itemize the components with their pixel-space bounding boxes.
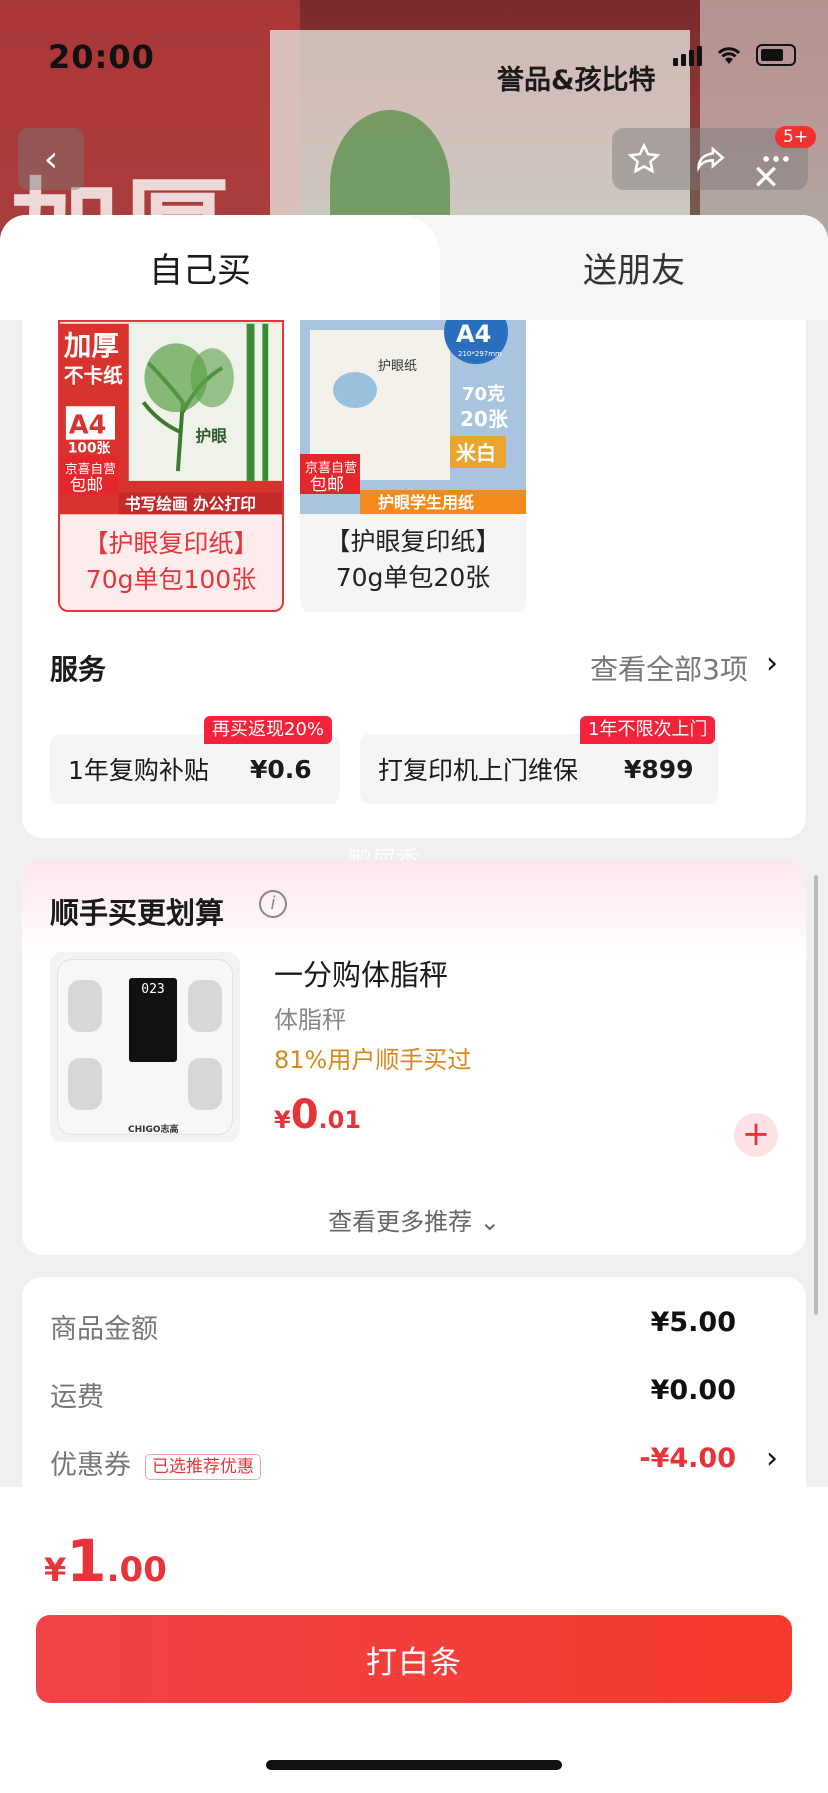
variant-20-sheets[interactable]: A4 210*297mm 护眼纸 70克 20张 米白 京喜自营 包邮 护眼学生… <box>300 320 526 612</box>
chevron-right-icon: › <box>766 1441 778 1476</box>
svg-text:20张: 20张 <box>460 407 509 431</box>
tab-bar: 自己买 送朋友 <box>0 215 828 320</box>
scale-pad <box>68 1058 102 1110</box>
coupon-tag: 已选推荐优惠 <box>145 1453 261 1480</box>
checkout-footer: ¥1.00 打白条 <box>0 1487 828 1793</box>
add-to-cart-button[interactable]: + <box>734 1113 778 1157</box>
scale-plate: 023 CHIGO志高 <box>58 960 232 1135</box>
signal-icon <box>673 44 702 66</box>
service-name: 1年复购补贴 <box>68 756 209 785</box>
svg-text:护眼: 护眼 <box>196 427 228 446</box>
services-view-all[interactable]: 查看全部3项 <box>590 648 748 688</box>
scale-display: 023 <box>129 978 177 1062</box>
svg-text:A4: A4 <box>69 411 107 441</box>
variant-label: 【护眼复印纸】 70g单包100张 <box>83 529 259 594</box>
battery-icon <box>756 44 796 66</box>
svg-text:京喜自营: 京喜自营 <box>305 461 357 476</box>
coupon-row[interactable]: 优惠券 已选推荐优惠 -¥4.00 › <box>50 1441 778 1483</box>
star-icon[interactable] <box>627 142 661 176</box>
svg-text:包邮: 包邮 <box>310 475 344 495</box>
wifi-icon <box>717 47 741 64</box>
variant-image: A4 210*297mm 护眼纸 70克 20张 米白 京喜自营 包邮 护眼学生… <box>300 320 526 514</box>
goods-amount-row: 商品金额 ¥5.00 <box>50 1307 736 1345</box>
service-repurchase-subsidy[interactable]: 1年复购补贴 ¥0.6 <box>50 734 340 804</box>
service-name: 打复印机上门维保 <box>378 756 579 785</box>
svg-text:70克: 70克 <box>462 383 505 405</box>
product-thumbnail[interactable]: 023 CHIGO志高 <box>50 952 240 1142</box>
variant-100-sheets[interactable]: 加厚 不卡纸 A4 100张 护眼 京喜自营 包邮 书写绘画 办公打印 【护眼复… <box>58 320 284 612</box>
chevron-right-icon[interactable]: › <box>766 646 778 681</box>
svg-text:210*297mm: 210*297mm <box>458 350 502 358</box>
scale-pad <box>188 980 222 1032</box>
svg-text:不卡纸: 不卡纸 <box>64 365 123 388</box>
svg-text:书写绘画 办公打印: 书写绘画 办公打印 <box>125 494 256 513</box>
chevron-down-icon: ⌄ <box>479 1208 500 1236</box>
svg-text:A4: A4 <box>456 320 491 348</box>
status-icons <box>673 44 796 66</box>
back-button[interactable]: ‹ <box>18 128 84 190</box>
service-tag: 再买返现20% <box>204 716 333 744</box>
product-buy-rate: 81%用户顺手买过 <box>274 1046 472 1074</box>
svg-text:护眼学生用纸: 护眼学生用纸 <box>378 493 474 512</box>
total-price: ¥1.00 <box>44 1527 167 1595</box>
scale-pad <box>188 1058 222 1110</box>
product-name[interactable]: 一分购体脂秤 <box>274 952 448 994</box>
scale-logo: CHIGO志高 <box>128 1125 179 1135</box>
price-summary-card: 商品金额 ¥5.00 运费 ¥0.00 优惠券 已选推荐优惠 -¥4.00 › <box>22 1277 806 1507</box>
recommend-title: 顺手买更划算 <box>50 896 225 930</box>
product-category: 体脂秤 <box>274 1006 346 1034</box>
svg-text:加厚: 加厚 <box>64 330 119 362</box>
close-icon[interactable]: ✕ <box>748 160 784 196</box>
recommendation-card: 顺手买更划算 i 023 CHIGO志高 一分购体脂秤 体脂秤 81%用户顺手买… <box>22 860 806 1255</box>
services-title: 服务 <box>50 653 107 686</box>
home-indicator <box>266 1760 562 1770</box>
tab-self-buy[interactable]: 自己买 <box>0 215 440 320</box>
variant-image: 加厚 不卡纸 A4 100张 护眼 京喜自营 包邮 书写绘画 办公打印 <box>60 323 282 515</box>
svg-text:护眼纸: 护眼纸 <box>378 359 417 374</box>
status-time: 20:00 <box>48 38 155 76</box>
scale-pad <box>68 980 102 1032</box>
variant-service-card: 加厚 不卡纸 A4 100张 护眼 京喜自营 包邮 书写绘画 办公打印 【护眼复… <box>22 320 806 838</box>
message-badge: 5+ <box>775 126 817 148</box>
variant-label: 【护眼复印纸】 70g单包20张 <box>325 527 501 592</box>
scrollbar[interactable] <box>814 875 818 1315</box>
svg-text:包邮: 包邮 <box>70 476 103 495</box>
service-tag: 1年不限次上门 <box>580 716 716 744</box>
svg-text:米白: 米白 <box>456 441 496 465</box>
service-printer-maintenance[interactable]: 打复印机上门维保 ¥899 <box>360 734 718 804</box>
shipping-row: 运费 ¥0.00 <box>50 1375 736 1413</box>
share-icon[interactable] <box>692 142 728 176</box>
tab-gift[interactable]: 送朋友 <box>440 215 828 320</box>
service-price: ¥0.6 <box>250 754 312 784</box>
service-price: ¥899 <box>624 754 694 784</box>
product-price: ¥0.01 <box>274 1092 362 1138</box>
pay-button[interactable]: 打白条 <box>36 1615 792 1703</box>
more-recommendations[interactable]: 查看更多推荐 ⌄ <box>22 1202 806 1237</box>
svg-text:100张: 100张 <box>68 440 111 456</box>
info-icon[interactable]: i <box>259 890 287 918</box>
store-brand: 誉品&孩比特 <box>497 65 656 96</box>
